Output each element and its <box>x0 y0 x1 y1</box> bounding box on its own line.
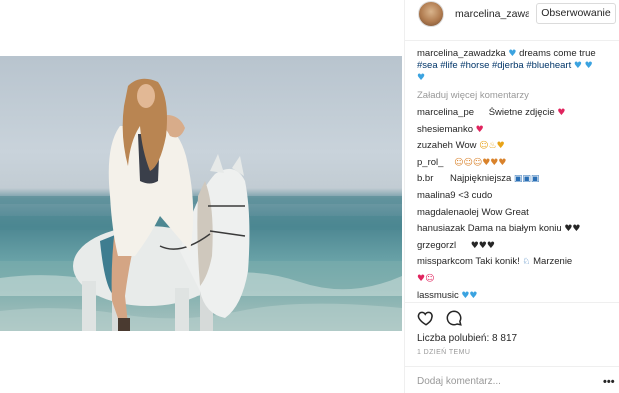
emoji-icons: ♥♥ <box>564 224 581 235</box>
caption-username[interactable]: marcelina_zawadzka <box>417 48 506 59</box>
emoji-icons: ▣▣▣ <box>513 174 540 185</box>
post-sidebar: marcelina_zawac Obserwowanie marcelina_z… <box>404 0 619 393</box>
post-timestamp: 1 DZIEŃ TEMU <box>417 349 471 356</box>
comment-username[interactable]: hanusiazak <box>417 223 465 234</box>
comment-row: p_rol_ ☺☺☺♥♥♥ <box>417 157 617 170</box>
emoji-icons: ☺♨♥ <box>479 141 505 152</box>
emoji-icons: ♥♥♥ <box>470 240 495 251</box>
emoji-icons: ♥☺ <box>417 273 435 284</box>
comment-row: magdalenaolej Wow Great <box>417 207 617 220</box>
comment-username[interactable]: missparkcom <box>417 256 473 267</box>
comment-icon[interactable] <box>445 309 463 327</box>
comment-row: grzegorzl ♥♥♥ <box>417 240 617 253</box>
post-media-area <box>0 0 404 393</box>
avatar[interactable] <box>418 1 444 27</box>
comment-username[interactable]: marcelina_pe <box>417 107 474 118</box>
comment-text: <3 cudo <box>458 189 493 201</box>
actions-divider <box>405 302 619 303</box>
comment-text-2: Marzenie <box>533 256 573 268</box>
blue-heart-icon: ♥ <box>417 73 426 83</box>
comment-row: zuzaheh Wow ☺♨♥ <box>417 140 617 153</box>
photo-illustration <box>0 78 402 331</box>
header-username[interactable]: marcelina_zawac <box>455 8 529 20</box>
comment-row: marcelina_pe Świetne zdjęcie ♥ <box>417 107 617 120</box>
more-options-icon[interactable]: ••• <box>603 376 615 388</box>
comment-row: b.br Najpiękniejsza ▣▣▣ <box>417 173 617 186</box>
heart-icon: ♥ <box>475 124 484 135</box>
comment-text: Taki konik! <box>475 256 520 268</box>
blue-heart-icon: ♥ <box>573 61 582 71</box>
comment-row: lassmusic ♥♥ <box>417 290 617 303</box>
comment-text: Wow Great <box>481 206 529 218</box>
emoji-icons: ☺☺☺♥♥♥ <box>454 157 507 168</box>
comment-input-divider <box>405 366 619 367</box>
heart-icon: ♥ <box>557 108 566 118</box>
heart-icon[interactable] <box>417 309 435 327</box>
comment-username[interactable]: b.br <box>417 173 433 184</box>
comment-username[interactable]: shesiemanko <box>417 124 473 135</box>
header-divider <box>405 40 619 41</box>
add-comment-input[interactable]: Dodaj komentarz... <box>417 376 501 387</box>
caption: marcelina_zawadzka ♥ dreams come true <box>417 48 617 60</box>
post-header: marcelina_zawac Obserwowanie <box>405 0 619 28</box>
likes-count[interactable]: Liczba polubień: 8 817 <box>417 333 517 344</box>
comment-text: Najpiękniejsza <box>450 173 512 185</box>
caption-hashtags-line: #sea #life #horse #djerba #blueheart ♥ ♥ <box>417 60 617 72</box>
comment-row: missparkcom Taki konik! ♘ Marzenie <box>417 256 617 269</box>
post-actions <box>417 309 477 329</box>
comments-list: marcelina_zawadzka ♥ dreams come true #s… <box>417 48 617 306</box>
comment-username[interactable]: zuzaheh <box>417 140 453 151</box>
caption-hashtags[interactable]: #sea #life #horse #djerba #blueheart <box>417 60 571 71</box>
post-photo[interactable] <box>0 56 402 331</box>
comment-row: shesiemanko ♥ <box>417 124 617 137</box>
caption-text: dreams come true <box>519 48 596 59</box>
comment-username[interactable]: magdalenaolej <box>417 207 479 218</box>
comment-username[interactable]: grzegorzl <box>417 240 456 251</box>
blue-heart-icon: ♥ <box>584 61 593 71</box>
comment-username[interactable]: maalina9 <box>417 190 456 201</box>
caption-trailing-line: ♥ <box>417 72 617 84</box>
emoji-icons: ♘ <box>522 257 531 268</box>
comment-row: maalina9 <3 cudo <box>417 190 617 203</box>
comment-username[interactable]: lassmusic <box>417 290 459 301</box>
comment-text: Świetne zdjęcie <box>488 107 555 118</box>
following-button[interactable]: Obserwowanie <box>536 3 616 24</box>
load-more-comments-link[interactable]: Załaduj więcej komentarzy <box>417 90 617 102</box>
comment-username[interactable]: p_rol_ <box>417 157 443 168</box>
comment-text: Dama na białym koniu <box>467 223 562 235</box>
comment-row-continuation: ♥☺ <box>417 273 617 286</box>
blue-heart-icon: ♥ <box>508 49 517 59</box>
comment-text: Wow <box>455 140 477 152</box>
blue-heart-icon: ♥♥ <box>461 290 478 301</box>
comment-row: hanusiazak Dama na białym koniu ♥♥ <box>417 223 617 236</box>
